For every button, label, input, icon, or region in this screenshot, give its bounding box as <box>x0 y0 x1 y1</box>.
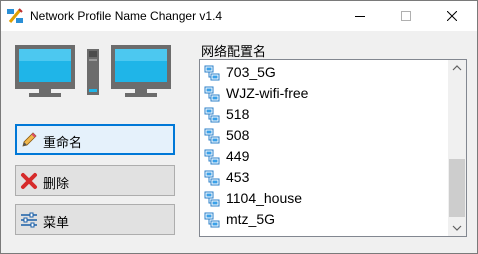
network-icon <box>204 107 220 123</box>
profile-list-item[interactable]: 518 <box>200 104 448 125</box>
profile-name: 453 <box>226 169 250 185</box>
close-button[interactable] <box>429 1 475 31</box>
profile-list[interactable]: 703_5G WJZ-wifi-free 518 508 449 453 1104_hous… <box>199 59 467 237</box>
profile-list-item[interactable]: 453 <box>200 167 448 188</box>
network-icon <box>204 128 220 144</box>
two-computers-network-icon <box>15 45 171 97</box>
profile-list-item[interactable]: mtz_5G <box>200 209 448 230</box>
profile-list-item[interactable]: 1104_house <box>200 188 448 209</box>
menu-button[interactable]: 菜单 <box>15 204 175 235</box>
profile-name: 1104_house <box>226 190 303 206</box>
app-window: Network Profile Name Changer v1.4 重命名 删除… <box>0 0 478 254</box>
red-x-icon <box>21 173 37 189</box>
profile-name: 703_5G <box>226 64 276 80</box>
scroll-thumb[interactable] <box>449 159 465 217</box>
profile-list-item[interactable]: 703_5G <box>200 62 448 83</box>
network-icon <box>204 212 220 228</box>
chevron-down-icon <box>452 225 462 231</box>
profile-name: 518 <box>226 106 250 122</box>
profile-list-item[interactable]: 449 <box>200 146 448 167</box>
scroll-up-button[interactable] <box>448 60 466 77</box>
profile-list-label: 网络配置名 <box>201 44 267 59</box>
menu-button-label: 菜单 <box>43 215 70 230</box>
vertical-scrollbar[interactable] <box>448 60 466 236</box>
profile-list-item[interactable]: 508 <box>200 125 448 146</box>
close-icon <box>447 11 457 21</box>
profile-rows: 703_5G WJZ-wifi-free 518 508 449 453 1104_hous… <box>200 62 448 230</box>
maximize-button[interactable] <box>383 1 429 31</box>
network-icon <box>204 170 220 186</box>
minimize-button[interactable] <box>337 1 383 31</box>
scroll-down-button[interactable] <box>448 219 466 236</box>
sliders-icon <box>21 212 37 228</box>
app-icon <box>7 8 23 23</box>
minimize-icon <box>355 16 365 17</box>
delete-button[interactable]: 删除 <box>15 165 175 196</box>
chevron-up-icon <box>452 65 462 71</box>
profile-name: 508 <box>226 127 250 143</box>
profile-name: 449 <box>226 148 250 164</box>
profile-name: WJZ-wifi-free <box>226 85 309 101</box>
network-icon <box>204 149 220 165</box>
network-icon <box>204 191 220 207</box>
network-icon <box>204 65 220 81</box>
pencil-icon <box>22 132 37 147</box>
maximize-icon <box>401 11 411 21</box>
rename-button-label: 重命名 <box>43 135 83 150</box>
network-icon <box>204 86 220 102</box>
window-title: Network Profile Name Changer v1.4 <box>30 9 223 23</box>
delete-button-label: 删除 <box>43 176 70 191</box>
title-bar[interactable]: Network Profile Name Changer v1.4 <box>1 1 477 31</box>
rename-button[interactable]: 重命名 <box>15 124 175 155</box>
profile-list-item[interactable]: WJZ-wifi-free <box>200 83 448 104</box>
profile-name: mtz_5G <box>226 211 276 227</box>
